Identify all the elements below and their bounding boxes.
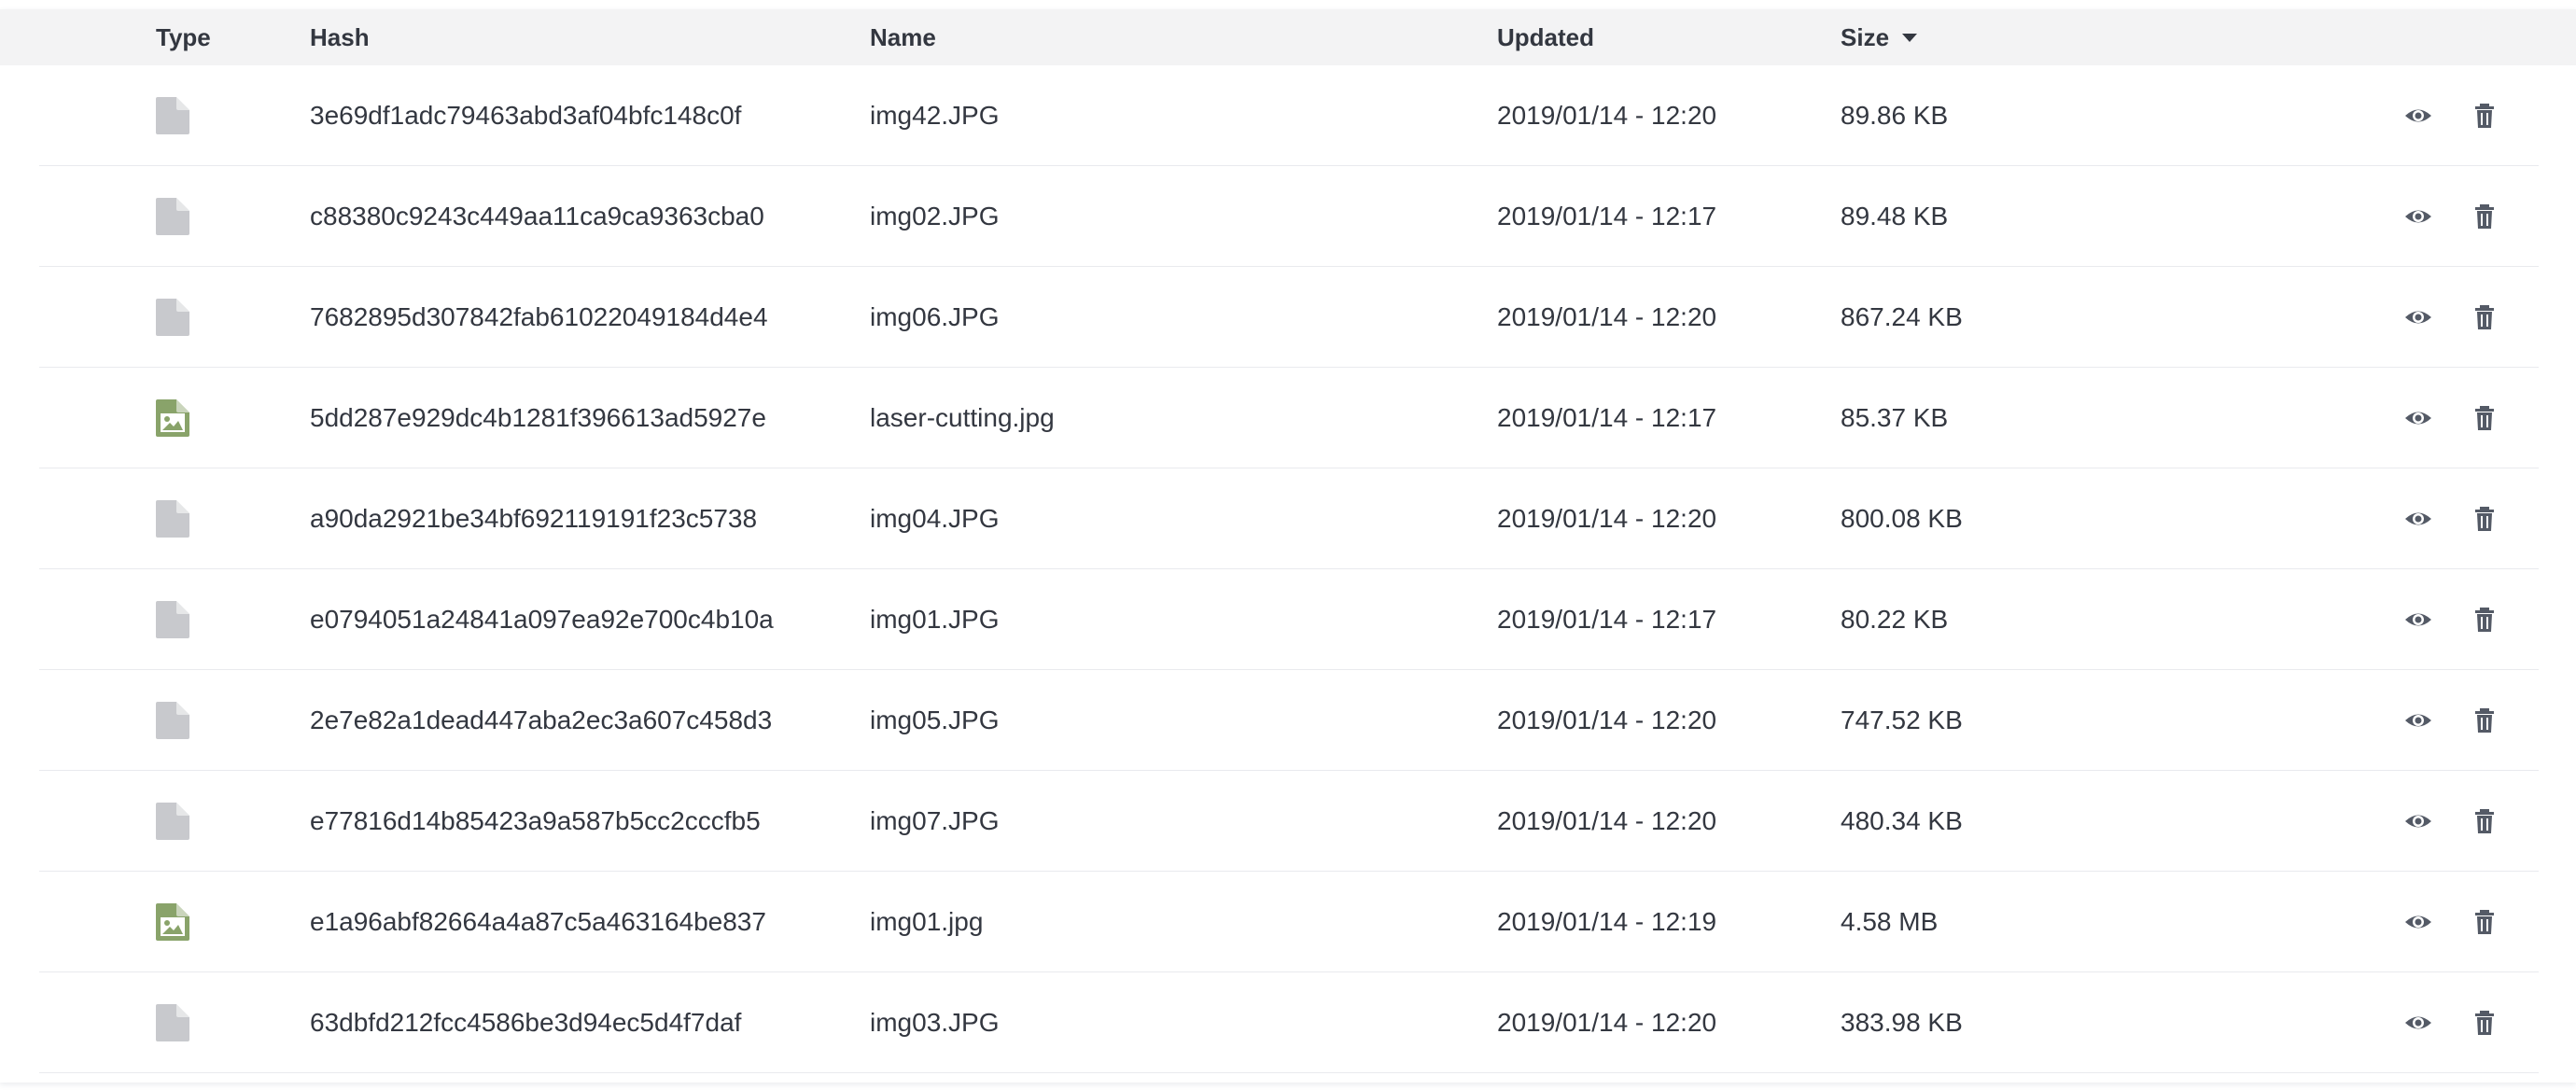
- table-row[interactable]: 3e69df1adc79463abd3af04bfc148c0f img42.JP…: [0, 65, 2576, 166]
- name-cell: img07.JPG: [870, 806, 1000, 835]
- size-cell: 85.37 KB: [1841, 403, 1949, 432]
- trash-icon[interactable]: [2470, 605, 2499, 635]
- size-cell: 4.58 MB: [1841, 907, 1939, 936]
- trash-icon[interactable]: [2470, 302, 2499, 332]
- table-row[interactable]: c88380c9243c449aa11ca9ca9363cba0 img02.JP…: [0, 166, 2576, 267]
- file-icon: [156, 702, 189, 739]
- eye-icon[interactable]: [2403, 1008, 2433, 1038]
- file-icon: [156, 601, 189, 638]
- table-row[interactable]: e1a96abf82664a4a87c5a463164be837 img01.jp…: [0, 872, 2576, 972]
- table-row[interactable]: 63dbfd212fcc4586be3d94ec5d4f7daf img03.JP…: [0, 972, 2576, 1073]
- column-header-hash-label: Hash: [310, 23, 370, 51]
- eye-icon[interactable]: [2403, 706, 2433, 735]
- trash-icon[interactable]: [2470, 1008, 2499, 1038]
- file-icon: [156, 198, 189, 235]
- updated-cell: 2019/01/14 - 12:20: [1497, 706, 1717, 734]
- updated-cell: 2019/01/14 - 12:20: [1497, 1008, 1717, 1037]
- table-row[interactable]: 5dd287e929dc4b1281f396613ad5927e laser-cu…: [0, 368, 2576, 468]
- trash-icon[interactable]: [2470, 403, 2499, 433]
- hash-cell: e1a96abf82664a4a87c5a463164be837: [310, 907, 766, 936]
- hash-cell: 63dbfd212fcc4586be3d94ec5d4f7daf: [310, 1008, 742, 1037]
- column-header-type-label: Type: [156, 23, 211, 51]
- trash-icon[interactable]: [2470, 101, 2499, 131]
- image-file-icon: [156, 903, 189, 941]
- updated-cell: 2019/01/14 - 12:17: [1497, 202, 1717, 231]
- size-cell: 800.08 KB: [1841, 504, 1963, 533]
- file-icon: [156, 1004, 189, 1041]
- table-row[interactable]: a90da2921be34bf692119191f23c5738 img04.JP…: [0, 468, 2576, 569]
- hash-cell: 7682895d307842fab61022049184d4e4: [310, 302, 768, 331]
- hash-cell: a90da2921be34bf692119191f23c5738: [310, 504, 758, 533]
- size-cell: 80.22 KB: [1841, 605, 1949, 634]
- updated-cell: 2019/01/14 - 12:20: [1497, 302, 1717, 331]
- table-header: Type Hash Name Updated Size: [0, 9, 2576, 65]
- table-row[interactable]: 2e7e82a1dead447aba2ec3a607c458d3 img05.JP…: [0, 670, 2576, 771]
- column-header-size-label: Size: [1841, 23, 1890, 51]
- trash-icon[interactable]: [2470, 504, 2499, 534]
- eye-icon[interactable]: [2403, 605, 2433, 635]
- updated-cell: 2019/01/14 - 12:20: [1497, 504, 1717, 533]
- column-header-name-label: Name: [870, 23, 936, 51]
- eye-icon[interactable]: [2403, 101, 2433, 131]
- eye-icon[interactable]: [2403, 403, 2433, 433]
- updated-cell: 2019/01/14 - 12:20: [1497, 101, 1717, 130]
- hash-cell: 5dd287e929dc4b1281f396613ad5927e: [310, 403, 766, 432]
- file-icon: [156, 500, 189, 538]
- name-cell: img01.JPG: [870, 605, 1000, 634]
- table-row[interactable]: 7682895d307842fab61022049184d4e4 img06.JP…: [0, 267, 2576, 368]
- column-header-size[interactable]: Size: [1841, 9, 1918, 65]
- column-header-name[interactable]: Name: [870, 9, 936, 65]
- column-header-updated-label: Updated: [1497, 23, 1594, 51]
- files-table: Type Hash Name Updated Size 3e69df1adc79…: [0, 9, 2576, 1083]
- sort-descending-icon: [1902, 33, 1918, 42]
- eye-icon[interactable]: [2403, 806, 2433, 836]
- file-icon: [156, 299, 189, 336]
- column-header-hash[interactable]: Hash: [310, 9, 370, 65]
- file-icon: [156, 97, 189, 134]
- name-cell: img42.JPG: [870, 101, 1000, 130]
- name-cell: img04.JPG: [870, 504, 1000, 533]
- size-cell: 89.48 KB: [1841, 202, 1949, 231]
- column-header-updated[interactable]: Updated: [1497, 9, 1594, 65]
- updated-cell: 2019/01/14 - 12:19: [1497, 907, 1717, 936]
- updated-cell: 2019/01/14 - 12:17: [1497, 605, 1717, 634]
- hash-cell: e0794051a24841a097ea92e700c4b10a: [310, 605, 774, 634]
- column-header-type[interactable]: Type: [156, 9, 211, 65]
- eye-icon[interactable]: [2403, 907, 2433, 937]
- size-cell: 89.86 KB: [1841, 101, 1949, 130]
- eye-icon[interactable]: [2403, 504, 2433, 534]
- name-cell: laser-cutting.jpg: [870, 403, 1055, 432]
- hash-cell: 3e69df1adc79463abd3af04bfc148c0f: [310, 101, 742, 130]
- hash-cell: 2e7e82a1dead447aba2ec3a607c458d3: [310, 706, 773, 734]
- updated-cell: 2019/01/14 - 12:17: [1497, 403, 1717, 432]
- table-row[interactable]: e77816d14b85423a9a587b5cc2cccfb5 img07.JP…: [0, 771, 2576, 872]
- hash-cell: e77816d14b85423a9a587b5cc2cccfb5: [310, 806, 761, 835]
- size-cell: 867.24 KB: [1841, 302, 1963, 331]
- hash-cell: c88380c9243c449aa11ca9ca9363cba0: [310, 202, 764, 231]
- table-row[interactable]: e0794051a24841a097ea92e700c4b10a img01.JP…: [0, 569, 2576, 670]
- name-cell: img06.JPG: [870, 302, 1000, 331]
- eye-icon[interactable]: [2403, 202, 2433, 231]
- name-cell: img05.JPG: [870, 706, 1000, 734]
- size-cell: 747.52 KB: [1841, 706, 1963, 734]
- name-cell: img01.jpg: [870, 907, 984, 936]
- name-cell: img03.JPG: [870, 1008, 1000, 1037]
- name-cell: img02.JPG: [870, 202, 1000, 231]
- file-icon: [156, 803, 189, 840]
- size-cell: 480.34 KB: [1841, 806, 1963, 835]
- trash-icon[interactable]: [2470, 202, 2499, 231]
- image-file-icon: [156, 399, 189, 437]
- trash-icon[interactable]: [2470, 706, 2499, 735]
- trash-icon[interactable]: [2470, 907, 2499, 937]
- eye-icon[interactable]: [2403, 302, 2433, 332]
- row-divider: [39, 1072, 2539, 1073]
- trash-icon[interactable]: [2470, 806, 2499, 836]
- updated-cell: 2019/01/14 - 12:20: [1497, 806, 1717, 835]
- size-cell: 383.98 KB: [1841, 1008, 1963, 1037]
